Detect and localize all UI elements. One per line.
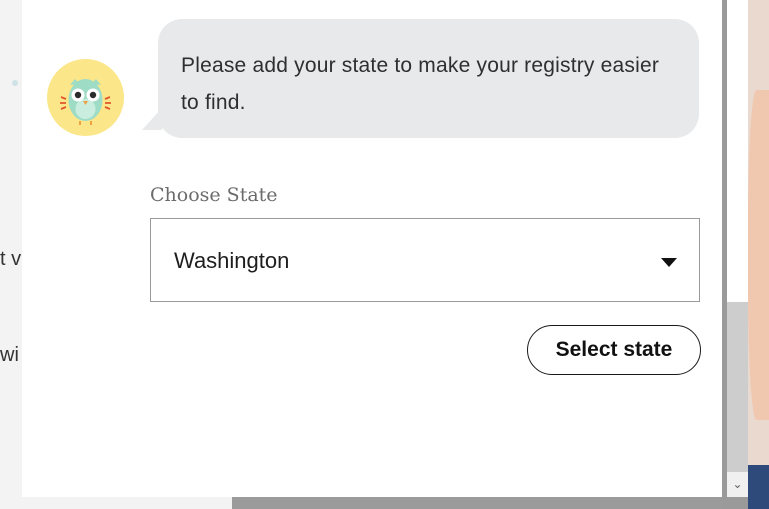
- scrollbar-thumb[interactable]: [727, 0, 748, 302]
- modal-scrollbar[interactable]: ⌄: [727, 0, 748, 497]
- state-select[interactable]: Washington: [150, 218, 700, 302]
- background-text-fragment: wi: [0, 344, 19, 366]
- owl-icon: [60, 79, 111, 125]
- background-page-left: t v wi: [0, 0, 22, 509]
- choose-state-label: Choose State: [150, 184, 278, 206]
- owl-avatar: [47, 59, 124, 136]
- background-page-bottom: [22, 497, 722, 509]
- background-text-fragment: t v: [0, 248, 22, 270]
- background-photo: [748, 0, 769, 509]
- chat-bubble: Please add your state to make your regis…: [158, 19, 699, 138]
- state-select-value: Washington: [174, 248, 290, 273]
- select-state-button[interactable]: Select state: [527, 325, 701, 375]
- caret-down-icon: [661, 258, 677, 267]
- chat-message: Please add your state to make your regis…: [181, 54, 660, 114]
- scrollbar-track[interactable]: [727, 302, 748, 472]
- background-dot: [12, 80, 18, 86]
- scroll-down-icon[interactable]: ⌄: [727, 472, 748, 497]
